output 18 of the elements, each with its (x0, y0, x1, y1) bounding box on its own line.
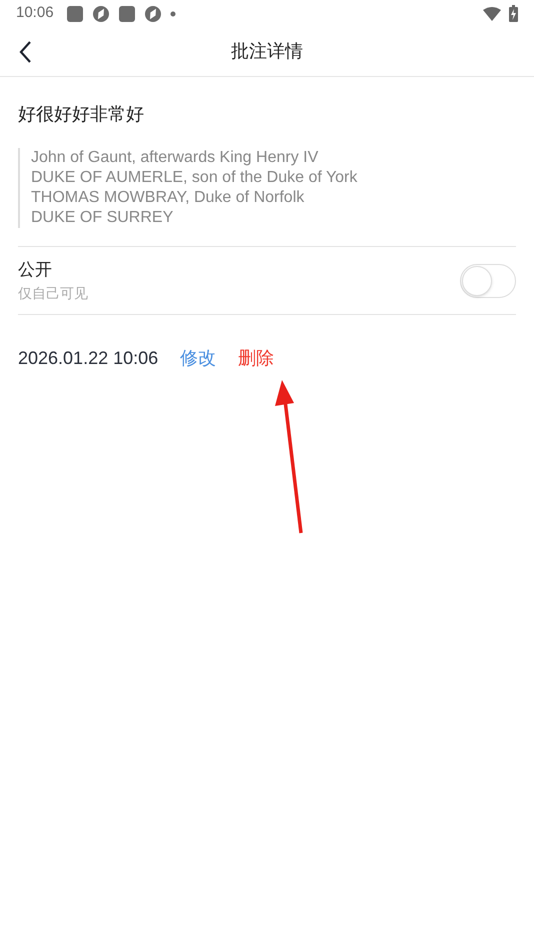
app-notification-icon (144, 4, 162, 22)
app-notification-icon (66, 4, 84, 22)
toggle-switch[interactable] (460, 264, 516, 298)
edit-link[interactable]: 修改 (180, 345, 216, 372)
quoted-text: John of Gaunt, afterwards King Henry IV DUKE OF AUMERLE, son of the Duke of York THOMAS MOWBRAY, Duke of Norfolk DUKE OF SURREY (18, 148, 516, 228)
visibility-hint: 仅自己可见 (18, 284, 88, 303)
timestamp: 2026.01.22 10:06 (18, 347, 158, 370)
wifi-icon (483, 6, 501, 20)
battery-icon (509, 5, 518, 22)
page-title: 批注详情 (231, 40, 303, 63)
app-notification-icon (118, 4, 136, 22)
app-notification-icon (92, 4, 110, 22)
note-text: 好很好好非常好 (18, 103, 145, 126)
delete-link[interactable]: 删除 (238, 345, 274, 372)
dot-icon (170, 10, 176, 16)
visibility-label: 公开 (18, 259, 53, 282)
back-icon (19, 41, 31, 63)
status-time: 10:06 (16, 3, 54, 24)
